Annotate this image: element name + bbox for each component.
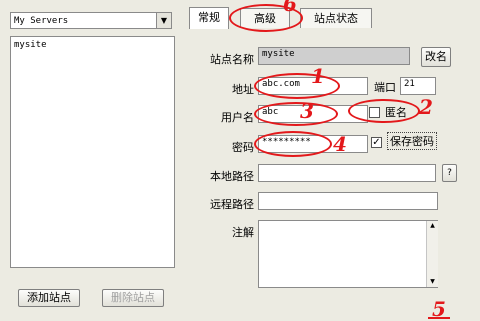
add-site-button[interactable]: 添加站点 (18, 289, 80, 307)
annotation-ring-address (254, 73, 340, 99)
username-label: 用户名 (221, 111, 254, 124)
browse-icon: ? (447, 168, 452, 178)
notes-scrollbar[interactable]: ▲ ▼ (426, 221, 438, 287)
annotation-ring-anonymous (348, 99, 420, 123)
annotation-number-6: 6 (283, 0, 297, 16)
scroll-down-icon[interactable]: ▼ (427, 277, 438, 287)
tab-general[interactable]: 常规 (189, 7, 229, 29)
tab-site-status[interactable]: 站点状态 (300, 8, 372, 28)
site-name-label: 站点名称 (210, 53, 254, 66)
address-label: 地址 (232, 83, 254, 96)
server-list-item[interactable]: mysite (14, 40, 171, 50)
notes-label: 注解 (232, 226, 254, 239)
port-field[interactable]: 21 (400, 77, 436, 95)
save-password-label: 保存密码 (387, 132, 437, 150)
annotation-number-5: 5 (432, 297, 446, 321)
server-list[interactable]: mysite (10, 36, 175, 268)
scroll-up-icon[interactable]: ▲ (427, 221, 438, 231)
annotation-ring-username (254, 102, 338, 126)
port-label: 端口 (374, 81, 396, 94)
rename-button[interactable]: 改名 (421, 47, 451, 67)
browse-local-path-button[interactable]: ? (442, 164, 457, 182)
remote-path-field[interactable] (258, 192, 438, 210)
annotation-number-3: 3 (300, 99, 314, 123)
annotation-underline-5 (428, 317, 450, 319)
server-group-select[interactable]: My Servers ▼ (10, 12, 172, 29)
site-name-field: mysite (258, 47, 410, 65)
annotation-number-4: 4 (333, 132, 347, 156)
notes-field[interactable] (258, 220, 438, 288)
local-path-field[interactable] (258, 164, 436, 182)
chevron-down-icon[interactable]: ▼ (156, 13, 171, 28)
delete-site-button[interactable]: 删除站点 (102, 289, 164, 307)
remote-path-label: 远程路径 (210, 198, 254, 211)
local-path-label: 本地路径 (210, 170, 254, 183)
annotation-number-1: 1 (311, 64, 325, 88)
annotation-number-2: 2 (419, 95, 433, 119)
save-password-checkbox[interactable]: ✓ (371, 137, 382, 148)
password-label: 密码 (232, 141, 254, 154)
server-group-value: My Servers (14, 16, 69, 26)
annotation-ring-password (254, 131, 332, 157)
